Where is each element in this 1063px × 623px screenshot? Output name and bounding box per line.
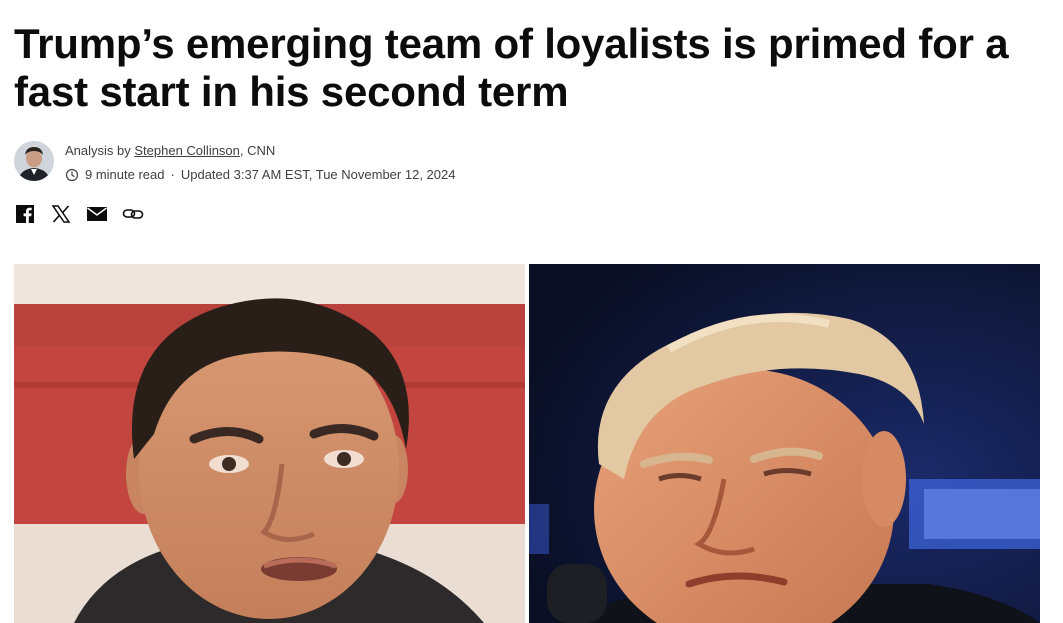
link-icon[interactable] bbox=[122, 203, 144, 225]
read-time: 9 minute read bbox=[85, 167, 165, 182]
byline-prefix: Analysis by bbox=[65, 143, 135, 158]
left-photo[interactable] bbox=[14, 264, 525, 623]
timestamp-line: 9 minute read · Updated 3:37 AM EST, Tue… bbox=[65, 167, 455, 183]
right-photo[interactable] bbox=[529, 264, 1040, 623]
share-bar bbox=[14, 203, 158, 225]
author-line: Analysis by Stephen Collinson, CNN bbox=[65, 143, 455, 159]
article-headline: Trump’s emerging team of loyalists is pr… bbox=[14, 20, 1009, 115]
hero-image-pair bbox=[14, 264, 1040, 623]
byline: Analysis by Stephen Collinson, CNN 9 min… bbox=[14, 140, 614, 184]
clock-icon bbox=[65, 168, 79, 182]
email-icon[interactable] bbox=[86, 203, 108, 225]
facebook-icon[interactable] bbox=[14, 203, 36, 225]
separator: · bbox=[170, 167, 175, 182]
byline-outlet: , CNN bbox=[239, 143, 276, 158]
updated-timestamp: Updated 3:37 AM EST, Tue November 12, 20… bbox=[180, 167, 456, 182]
author-link[interactable]: Stephen Collinson bbox=[134, 143, 240, 158]
author-avatar[interactable] bbox=[14, 141, 54, 181]
x-icon[interactable] bbox=[50, 203, 72, 225]
